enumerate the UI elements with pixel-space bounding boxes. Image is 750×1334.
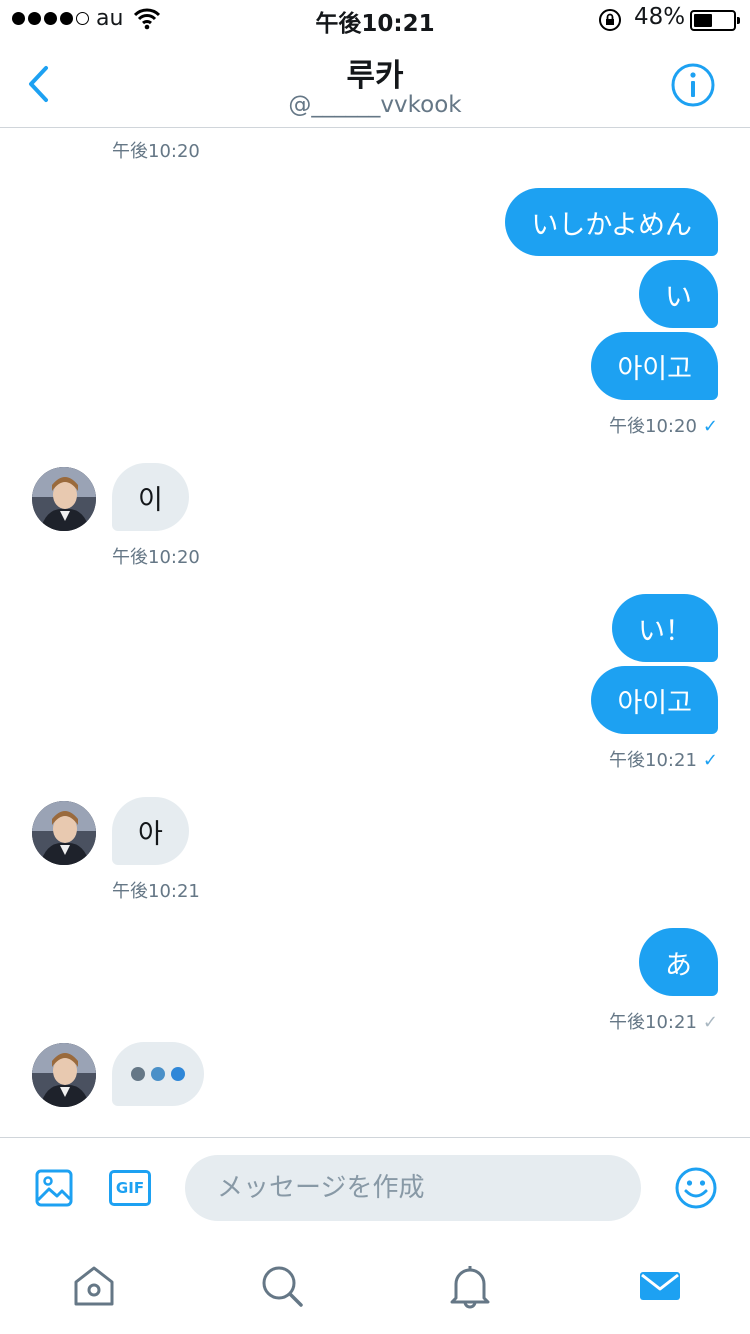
outgoing-message[interactable]: 아이고 (591, 332, 718, 400)
info-button[interactable] (670, 62, 716, 108)
info-icon (671, 63, 715, 107)
message-timestamp: 午後10:20 (112, 141, 200, 162)
outgoing-message[interactable]: 아이고 (591, 666, 718, 734)
outgoing-message[interactable]: あ (639, 928, 718, 996)
status-bar: au 午後10:21 48% (0, 0, 750, 40)
emoji-button[interactable] (674, 1166, 718, 1210)
outgoing-message[interactable]: いしかよめん (505, 188, 718, 256)
outgoing-message[interactable]: い！ (612, 594, 718, 662)
message-composer: GIF (0, 1137, 750, 1237)
rotation-lock-icon (599, 9, 621, 31)
outgoing-message[interactable]: い (639, 260, 718, 328)
home-icon (74, 1266, 114, 1306)
gif-button[interactable]: GIF (109, 1170, 151, 1206)
tab-search[interactable] (258, 1262, 306, 1310)
sent-check-icon: ✓ (702, 1012, 718, 1033)
tab-notifications[interactable] (446, 1262, 494, 1310)
tab-home[interactable] (70, 1262, 118, 1310)
incoming-message[interactable]: 이 (112, 463, 189, 531)
image-icon (35, 1169, 73, 1207)
mail-icon (640, 1272, 680, 1300)
avatar[interactable] (32, 467, 96, 531)
add-photo-button[interactable] (34, 1168, 74, 1208)
message-input[interactable] (185, 1155, 641, 1221)
typing-indicator (112, 1042, 204, 1106)
conversation-handle: @______vvkook (288, 92, 462, 118)
message-timestamp: 午後10:20 ✓ (609, 416, 718, 437)
message-timestamp: 午後10:21 (112, 881, 200, 902)
battery-percent: 48% (634, 4, 686, 30)
read-check-icon: ✓ (702, 416, 718, 437)
incoming-message[interactable]: 아 (112, 797, 189, 865)
tab-messages[interactable] (636, 1262, 684, 1310)
message-timestamp: 午後10:21 ✓ (609, 1012, 718, 1033)
message-timestamp: 午後10:21 ✓ (609, 750, 718, 771)
avatar[interactable] (32, 1043, 96, 1107)
read-check-icon: ✓ (702, 750, 718, 771)
search-icon (262, 1266, 303, 1307)
bell-icon (450, 1266, 490, 1309)
message-timestamp: 午後10:20 (112, 547, 200, 568)
conversation-header: 루카 @______vvkook (0, 40, 750, 128)
smiley-icon (675, 1167, 717, 1209)
avatar[interactable] (32, 801, 96, 865)
tab-bar (0, 1240, 750, 1334)
battery-icon (690, 10, 740, 31)
conversation-title: 루카 (346, 58, 404, 94)
